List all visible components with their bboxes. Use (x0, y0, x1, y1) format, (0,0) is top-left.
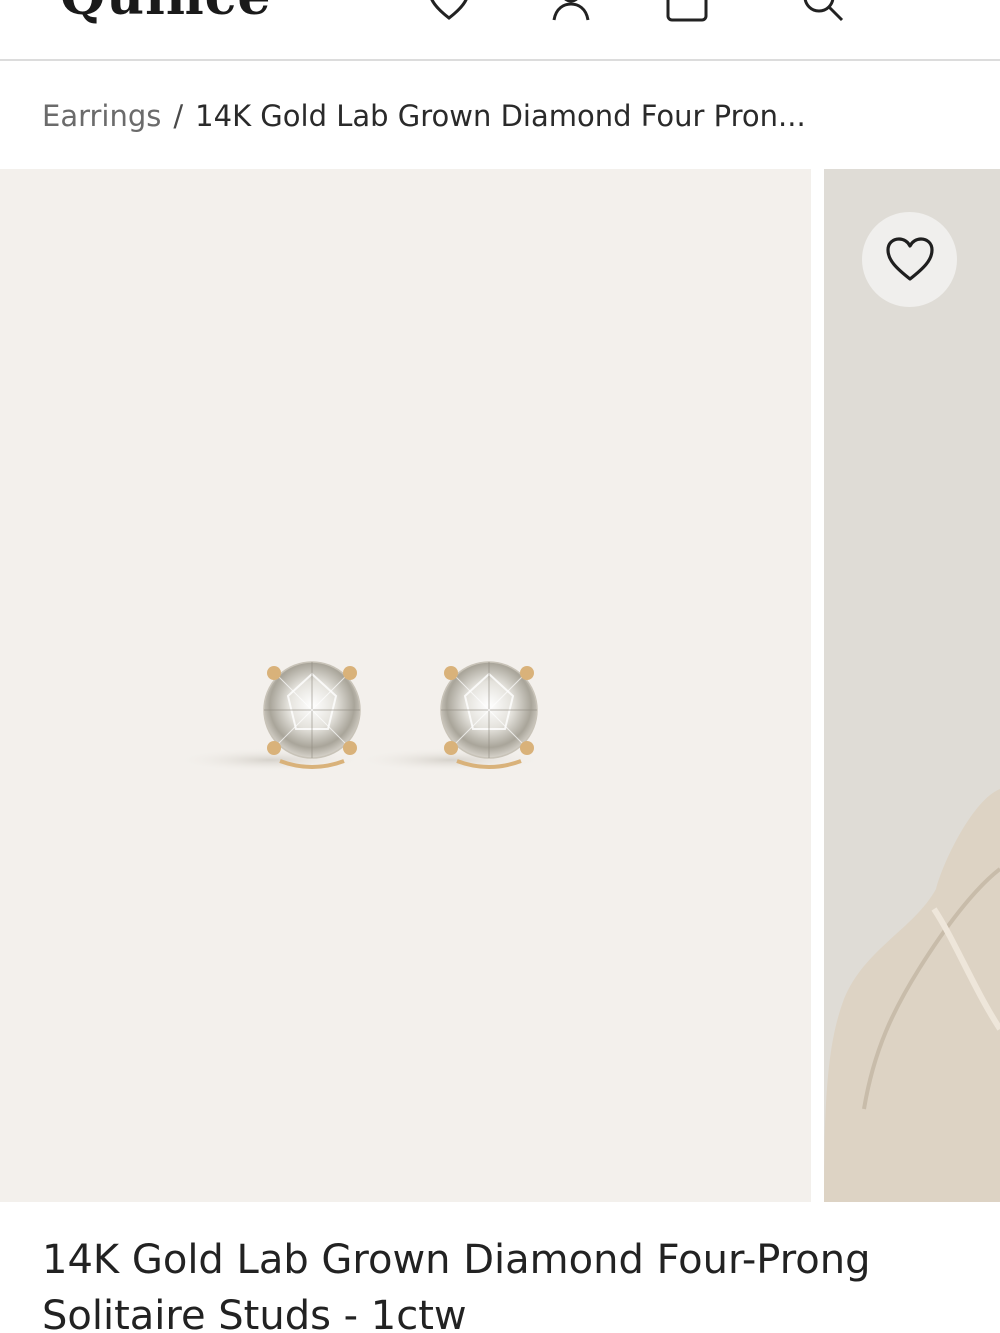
heart-icon[interactable] (426, 0, 472, 24)
product-title-line-1: 14K Gold Lab Grown Diamond Four-Prong (42, 1237, 871, 1283)
search-icon[interactable] (800, 0, 846, 24)
product-title: 14K Gold Lab Grown Diamond Four-Prong So… (42, 1232, 942, 1333)
breadcrumb-separator: / (173, 99, 184, 133)
breadcrumb-current: 14K Gold Lab Grown Diamond Four Pron... (195, 99, 806, 133)
brand-logo[interactable]: Quince (60, 0, 271, 27)
product-title-line-2: Solitaire Studs - 1ctw (42, 1293, 467, 1333)
heart-icon (885, 236, 934, 281)
gallery-slide-next[interactable] (824, 169, 1000, 1202)
right-earring (440, 661, 538, 769)
diamond-stud-earrings-image (175, 661, 545, 772)
bag-icon[interactable] (664, 0, 710, 24)
breadcrumb-link-earrings[interactable]: Earrings (42, 99, 161, 133)
account-icon[interactable] (548, 0, 594, 24)
gallery-slide-main[interactable] (0, 169, 811, 1202)
left-earring (263, 661, 361, 769)
wishlist-button[interactable] (862, 212, 957, 307)
product-page: Quince Earrings / 14K Gold Lab Grown Dia… (0, 0, 1000, 1333)
model-photo-image (824, 169, 1000, 1202)
product-image-gallery[interactable] (0, 169, 1000, 1202)
breadcrumb: Earrings / 14K Gold Lab Grown Diamond Fo… (42, 96, 806, 136)
site-header: Quince (0, 0, 1000, 61)
